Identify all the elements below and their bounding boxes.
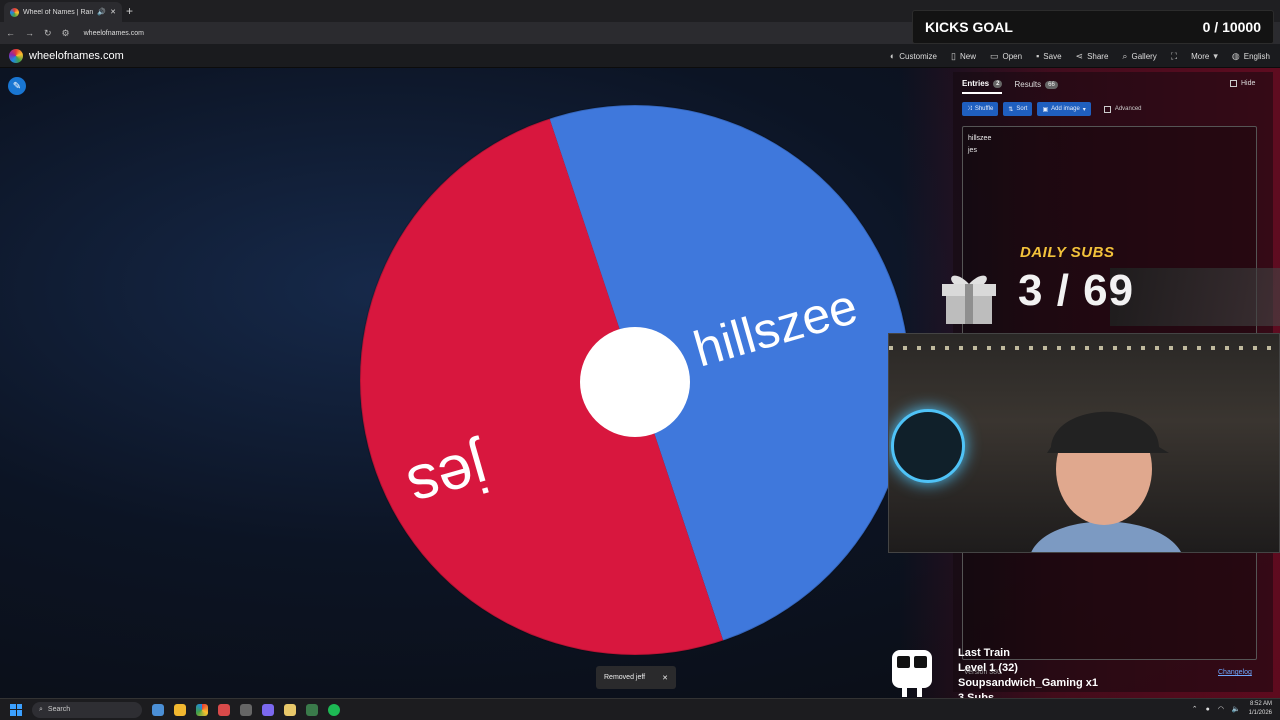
daily-subs-count: 3 / 69 <box>1018 266 1135 315</box>
spreadsheet-icon[interactable] <box>306 703 318 716</box>
webcam-feed <box>888 333 1280 553</box>
fullscreen-icon: ⛶ <box>1170 50 1178 61</box>
kicks-goal-label: KICKS GOAL <box>925 19 1013 35</box>
url-field[interactable]: wheelofnames.com <box>84 30 144 37</box>
site-info-icon[interactable]: ⚙ <box>62 28 70 39</box>
pencil-icon: ✎ <box>12 80 22 92</box>
sort-button[interactable]: ⇅ Sort <box>1003 102 1033 116</box>
advanced-checkbox[interactable] <box>1103 105 1111 113</box>
kicks-goal-overlay: KICKS GOAL 0 / 10000 <box>912 10 1274 44</box>
file-explorer-icon[interactable] <box>174 703 186 716</box>
wheel-favicon-icon <box>10 7 19 17</box>
more-button[interactable]: More ▾ <box>1191 51 1218 62</box>
edit-pencil-button[interactable]: ✎ <box>8 77 26 95</box>
chevron-down-icon: ▾ <box>1082 106 1086 113</box>
tab-entries[interactable]: Entries 2 <box>962 79 1003 94</box>
daily-subs-title: DAILY SUBS <box>1020 244 1115 261</box>
clock[interactable]: 8:52 AM 1/1/2026 <box>1249 700 1272 718</box>
fullscreen-button[interactable]: ⛶ <box>1171 51 1177 62</box>
spotify-icon[interactable] <box>328 703 340 716</box>
back-icon[interactable]: ← <box>6 28 15 38</box>
tab-results[interactable]: Results 66 <box>1014 79 1058 94</box>
string-lights <box>889 346 1279 350</box>
advanced-toggle[interactable]: Advanced <box>1103 105 1142 113</box>
reload-icon[interactable]: ↻ <box>44 28 52 39</box>
wheel-logo-icon <box>9 48 23 63</box>
mic-icon[interactable]: ● <box>1206 706 1210 713</box>
gallery-button[interactable]: ⌕ Gallery <box>1122 51 1156 62</box>
wheel-center-hub[interactable] <box>580 327 690 437</box>
train-icon <box>892 650 932 697</box>
entries-count-badge: 2 <box>993 79 1003 88</box>
file-icon: ▯ <box>951 50 956 61</box>
sort-icon: ⇅ <box>1008 106 1014 113</box>
new-tab-icon[interactable]: + <box>126 4 133 18</box>
train-user: Soupsandwich_Gaming x1 <box>958 677 1098 689</box>
terminal-icon[interactable] <box>240 703 252 716</box>
browser-tab[interactable]: Wheel of Names | Random 🔊 ✕ <box>4 2 122 22</box>
daily-subs-band <box>1110 268 1280 326</box>
toast-text: Removed jeff <box>604 674 646 681</box>
tab-title: Wheel of Names | Random <box>23 8 94 16</box>
entries-toolbar: ⤨ Shuffle ⇅ Sort ▣ Add image ▾ Advanced <box>962 102 1142 116</box>
chevron-down-icon: ▾ <box>1213 50 1218 61</box>
windows-taskbar: ⌕ Search ⌃ ● ◠ 🔈 8:52 AM 1/1/2026 <box>0 698 1280 720</box>
share-icon: ⋖ <box>1075 50 1084 61</box>
task-view-icon[interactable] <box>152 703 164 716</box>
hide-checkbox[interactable] <box>1230 80 1237 87</box>
save-button[interactable]: ▪ Save <box>1036 51 1061 61</box>
search-placeholder: Search <box>47 706 71 713</box>
app-menu: ◐ Customize ▯ New ▭ Open ▪ Save ⋖ Share ⌕ Gall… <box>890 44 1270 68</box>
language-button[interactable]: ◍ English <box>1232 51 1270 62</box>
windows-start-icon[interactable] <box>10 703 22 716</box>
forward-icon[interactable]: → <box>25 28 34 38</box>
app-navbar: wheelofnames.com ◐ Customize ▯ New ▭ Open ▪… <box>0 44 1280 68</box>
entry-line: jes <box>968 147 977 154</box>
hype-train-info: Last Train Level 1 (32) Soupsandwich_Gam… <box>958 646 1098 706</box>
close-icon[interactable]: ✕ <box>662 674 668 682</box>
chevron-up-icon[interactable]: ⌃ <box>1192 705 1198 713</box>
name-wheel[interactable]: hillszee jes <box>360 105 910 655</box>
speaker-icon[interactable]: 🔊 <box>97 8 106 16</box>
kicks-goal-value: 0 / 10000 <box>1202 19 1261 35</box>
train-title: Last Train <box>958 647 1010 659</box>
add-image-button[interactable]: ▣ Add image ▾ <box>1037 102 1091 116</box>
panel-tabs: Entries 2 Results 66 <box>962 79 1058 94</box>
shuffle-icon: ⤨ <box>967 105 972 112</box>
palette-icon: ◐ <box>889 51 896 61</box>
logo-text: wheelofnames.com <box>29 49 124 62</box>
toast-notification: Removed jeff ✕ <box>596 666 676 689</box>
shuffle-button[interactable]: ⤨ Shuffle <box>962 102 999 116</box>
changelog-link[interactable]: Changelog <box>1218 669 1252 676</box>
save-icon: ▪ <box>1036 51 1040 61</box>
chrome-icon[interactable] <box>196 703 208 716</box>
streamer-figure <box>1031 411 1181 552</box>
app-logo[interactable]: wheelofnames.com <box>9 48 124 63</box>
taskbar-search[interactable]: ⌕ Search <box>32 701 142 718</box>
notes-icon[interactable] <box>284 703 296 716</box>
image-icon: ▣ <box>1042 106 1049 113</box>
hide-toggle[interactable]: Hide <box>1230 80 1255 87</box>
search-icon: ⌕ <box>1122 50 1128 61</box>
gift-icon <box>942 275 996 324</box>
entry-line: hillszee <box>968 135 992 142</box>
system-tray: ⌃ ● ◠ 🔈 8:52 AM 1/1/2026 <box>1192 700 1272 718</box>
volume-icon[interactable]: 🔈 <box>1232 705 1241 713</box>
globe-icon: ◍ <box>1231 50 1240 61</box>
app-icon[interactable] <box>218 703 230 716</box>
new-button[interactable]: ▯ New <box>951 51 976 62</box>
wifi-icon[interactable]: ◠ <box>1218 705 1224 713</box>
neon-logo-sign <box>891 409 965 483</box>
close-tab-icon[interactable]: ✕ <box>110 8 116 16</box>
discord-icon[interactable] <box>262 703 274 716</box>
share-button[interactable]: ⋖ Share <box>1076 51 1109 62</box>
open-button[interactable]: ▭ Open <box>990 51 1022 62</box>
results-count-badge: 66 <box>1045 80 1058 89</box>
train-level: Level 1 (32) <box>958 662 1018 674</box>
search-icon: ⌕ <box>39 705 43 713</box>
customize-button[interactable]: ◐ Customize <box>890 51 937 61</box>
folder-icon: ▭ <box>989 50 999 61</box>
